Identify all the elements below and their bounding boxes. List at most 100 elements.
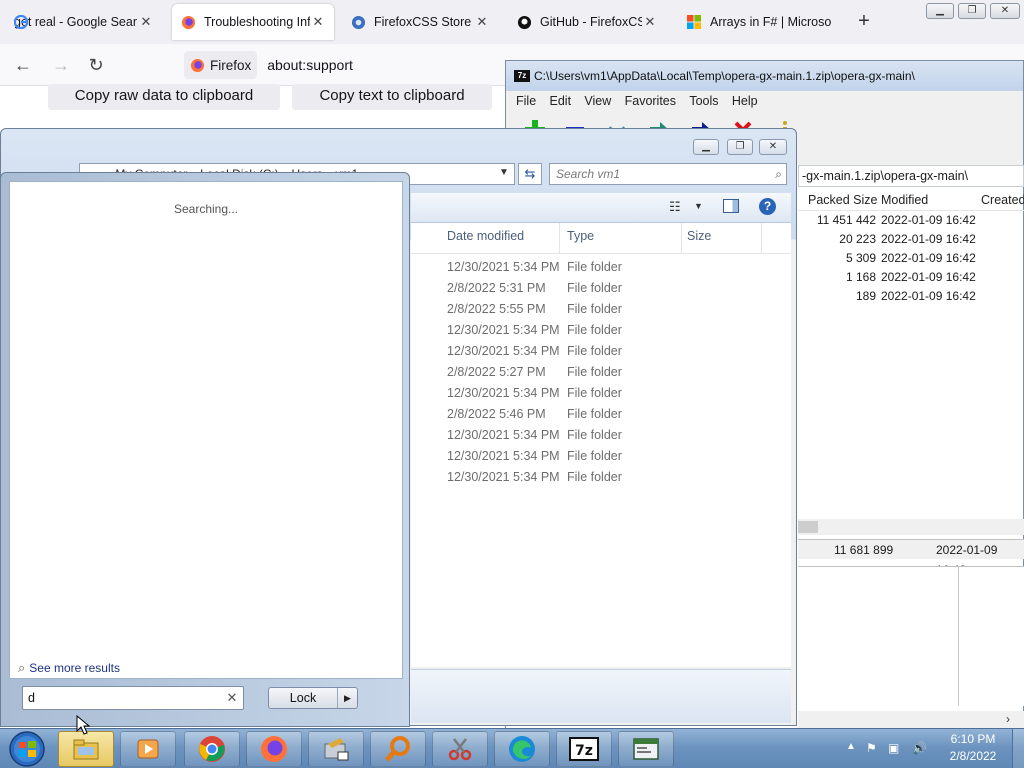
identity-label: Firefox (210, 57, 252, 73)
taskbar-firefox[interactable] (246, 731, 302, 767)
tab-title: GitHub - FirefoxCSS- (540, 15, 642, 29)
search-icon: ⌕ (18, 660, 26, 675)
tab-github[interactable]: GitHub - FirefoxCSS- ✕ (508, 4, 666, 40)
table-row[interactable]: 20 223 2022-01-09 16:42 (798, 230, 1024, 249)
firefox-tab-strip: get real - Google Sear ✕ Troubleshooting… (0, 0, 1024, 44)
tab-google-search[interactable]: get real - Google Sear ✕ (6, 4, 162, 40)
firefoxcss-icon (350, 14, 366, 30)
taskbar-edge[interactable] (494, 731, 550, 767)
taskbar-snipping-tool[interactable] (432, 731, 488, 767)
column-size[interactable]: Size (687, 229, 711, 243)
google-icon (14, 15, 28, 29)
close-icon[interactable]: ✕ (474, 14, 490, 30)
menu-edit[interactable]: Edit (550, 91, 572, 111)
preview-pane-icon[interactable] (723, 199, 739, 213)
7zip-path-bar[interactable]: -gx-main.1.zip\opera-gx-main\ (798, 165, 1024, 187)
help-icon[interactable]: ? (759, 198, 776, 215)
search-input[interactable]: Search vm1 ⌕ (549, 163, 787, 185)
minimize-button[interactable]: ▁ (693, 139, 719, 155)
close-icon[interactable]: ✕ (310, 14, 326, 30)
column-packed-size[interactable]: Packed Size (808, 189, 877, 211)
tab-title: FirefoxCSS Store (374, 15, 472, 29)
menu-tools[interactable]: Tools (689, 91, 718, 111)
new-tab-button[interactable]: + (852, 10, 876, 34)
start-orb-icon[interactable] (4, 730, 50, 768)
scroll-right-icon[interactable]: › (1006, 712, 1010, 726)
7zip-column-header: Packed Size Modified Created (798, 189, 1024, 211)
menu-help[interactable]: Help (732, 91, 758, 111)
maximize-button[interactable]: ❐ (727, 139, 753, 155)
menu-file[interactable]: File (516, 91, 536, 111)
column-type[interactable]: Type (567, 229, 594, 243)
refresh-icon[interactable]: ⇆ (518, 163, 542, 185)
minimize-button[interactable]: ▁ (926, 3, 954, 19)
start-menu: Searching... ⌕ See more results d ✕ Lock… (0, 172, 410, 727)
view-options-icon[interactable]: ☷ (669, 199, 681, 215)
volume-icon[interactable]: 🔊 (912, 741, 927, 755)
url-text[interactable]: about:support (267, 57, 353, 73)
table-row[interactable]: 189 2022-01-09 16:42 (798, 287, 1024, 306)
tab-troubleshooting[interactable]: Troubleshooting Info ✕ (172, 4, 334, 40)
table-row[interactable]: 5 309 2022-01-09 16:42 (798, 249, 1024, 268)
tab-title: Troubleshooting Info (204, 15, 310, 29)
horizontal-scrollbar[interactable] (798, 519, 1024, 535)
taskbar-chrome[interactable] (184, 731, 240, 767)
identity-box[interactable]: Firefox (184, 51, 258, 79)
taskbar-toolbox[interactable] (308, 731, 364, 767)
action-center-icon[interactable]: ⚑ (866, 741, 877, 755)
network-icon[interactable]: ▣ (888, 741, 899, 755)
close-window-button[interactable]: ✕ (990, 3, 1020, 19)
taskbar-search-tool[interactable] (370, 731, 426, 767)
divider (761, 223, 762, 253)
chrome-icon (199, 736, 225, 762)
close-icon[interactable]: ✕ (642, 14, 658, 30)
divider (958, 567, 959, 706)
media-player-icon (137, 739, 159, 759)
shutdown-options-arrow-icon[interactable]: ▶ (337, 688, 357, 708)
microsoft-icon (686, 14, 702, 30)
forward-arrow-icon[interactable]: → (48, 52, 74, 78)
7zip-icon: 7z (569, 737, 599, 761)
menu-view[interactable]: View (584, 91, 611, 111)
lock-button[interactable]: Lock ▶ (268, 687, 358, 709)
close-icon[interactable]: ✕ (138, 14, 154, 30)
horizontal-scrollbar[interactable]: › (798, 711, 1024, 729)
taskbar-media-player[interactable] (120, 731, 176, 767)
show-hidden-icons-icon[interactable]: ▲ (846, 741, 856, 752)
copy-text-button[interactable]: Copy text to clipboard (292, 84, 492, 110)
tab-arrays-fsharp[interactable]: Arrays in F# | Microso (678, 4, 840, 40)
taskbar-explorer[interactable] (58, 731, 114, 767)
scrollbar-thumb[interactable] (798, 521, 818, 533)
scissors-icon (448, 738, 472, 761)
search-icon[interactable]: ⌕ (775, 164, 782, 184)
tab-firefoxcss-store[interactable]: FirefoxCSS Store ✕ (342, 4, 498, 40)
7zip-title-bar: 7z C:\Users\vm1\AppData\Local\Temp\opera… (506, 61, 1023, 91)
window-app-icon (633, 738, 659, 760)
back-arrow-icon[interactable]: ← (10, 52, 36, 78)
chevron-down-icon[interactable]: ▼ (499, 167, 509, 178)
column-modified[interactable]: Modified (881, 189, 928, 211)
column-date-modified[interactable]: Date modified (447, 229, 524, 243)
7zip-details-pane (798, 566, 1024, 706)
chevron-down-icon[interactable]: ▼ (694, 201, 703, 211)
close-window-button[interactable]: ✕ (759, 139, 787, 155)
copy-raw-data-button[interactable]: Copy raw data to clipboard (48, 84, 280, 110)
table-row[interactable]: 11 451 442 2022-01-09 16:42 (798, 211, 1024, 230)
taskbar: 7z ▲ ⚑ ▣ 🔊 6:10 PM 2/8/2022 (0, 728, 1024, 768)
menu-favorites[interactable]: Favorites (625, 91, 676, 111)
start-search-input[interactable]: d (22, 686, 244, 710)
clear-search-icon[interactable]: ✕ (223, 687, 241, 709)
svg-text:7z: 7z (575, 743, 593, 759)
taskbar-clock[interactable]: 6:10 PM 2/8/2022 (930, 731, 1016, 765)
taskbar-7zip[interactable]: 7z (556, 731, 612, 767)
mouse-cursor-icon (76, 715, 90, 735)
column-created[interactable]: Created (981, 189, 1024, 211)
7zip-title: C:\Users\vm1\AppData\Local\Temp\opera-gx… (534, 69, 915, 83)
table-row[interactable]: 1 168 2022-01-09 16:42 (798, 268, 1024, 287)
maximize-button[interactable]: ❐ (958, 3, 986, 19)
url-bar[interactable]: Firefox about:support (184, 50, 504, 80)
see-more-results-link[interactable]: ⌕ See more results (18, 660, 120, 676)
reload-icon[interactable]: ↻ (83, 52, 109, 78)
taskbar-window-app[interactable] (618, 731, 674, 767)
show-desktop-button[interactable] (1012, 729, 1024, 768)
